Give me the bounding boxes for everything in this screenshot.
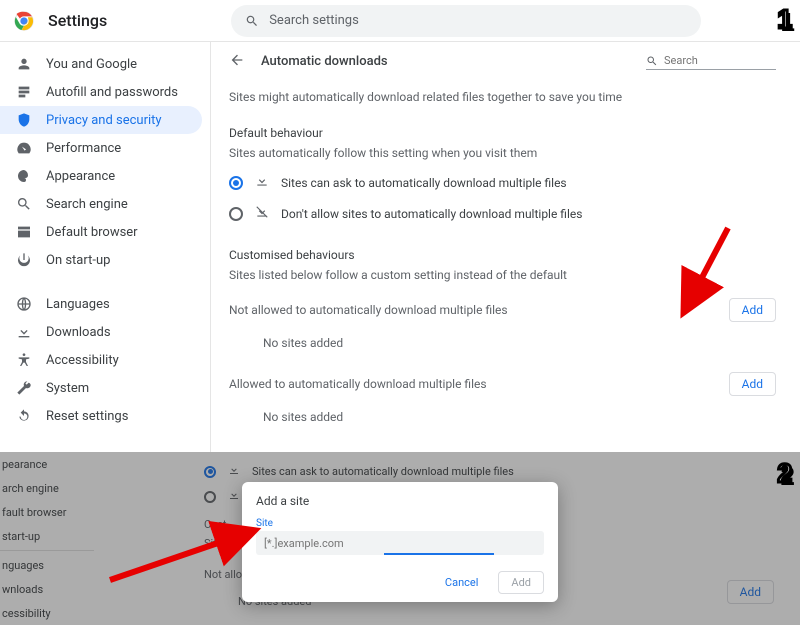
sidebar-item-label: Languages [46,297,110,312]
sidebar-item-label: Accessibility [46,353,119,368]
radio-unselected-icon [229,207,243,221]
dialog-add-button[interactable]: Add [498,571,544,594]
search-icon [245,14,259,28]
sidebar-item-label: You and Google [46,57,137,72]
download-icon [16,324,32,340]
no-sites-text: No sites added [263,410,776,424]
annotation-arrow-2 [100,520,270,594]
sidebar-item-privacy[interactable]: Privacy and security [0,106,202,134]
add-allowed-button[interactable]: Add [729,372,776,396]
step-badge-1: 1 [778,6,792,32]
sidebar-item-label: Appearance [46,169,115,184]
sidebar-item-label: Default browser [46,225,138,240]
sidebar-item-label: On start-up [46,253,110,268]
search-settings-input[interactable]: Search settings [231,5,701,37]
sidebar-item-label: Reset settings [46,409,128,424]
sidebar-item-label: Downloads [46,325,111,340]
sidebar-item-default-browser[interactable]: Default browser [0,218,202,246]
app-title: Settings [48,11,107,30]
power-icon [16,252,32,268]
download-icon [255,174,269,191]
no-sites-text: No sites added [263,336,776,350]
shield-icon [16,112,32,128]
accessibility-icon [16,352,32,368]
sidebar-item-you-and-google[interactable]: You and Google [0,50,202,78]
download-blocked-icon [255,205,269,222]
allowed-heading: Allowed to automatically download multip… [229,377,487,391]
sidebar-item-on-startup[interactable]: On start-up [0,246,202,274]
speedometer-icon [16,140,32,156]
page-title: Automatic downloads [261,54,481,69]
sidebar-item-label: Performance [46,141,121,156]
sidebar-item-label: Privacy and security [46,113,162,128]
intro-text: Sites might automatically download relat… [229,90,776,104]
step-badge-2: 2 [778,460,792,486]
sidebar-item-languages[interactable]: Languages [0,290,202,318]
palette-icon [16,168,32,184]
person-icon [16,56,32,72]
dialog-title: Add a site [256,494,544,508]
sidebar-item-autofill[interactable]: Autofill and passwords [0,78,202,106]
radio-label: Don't allow sites to automatically downl… [281,207,582,221]
sidebar-item-downloads[interactable]: Downloads [0,318,202,346]
radio-selected-icon [229,176,243,190]
dialog-cancel-button[interactable]: Cancel [433,571,490,594]
chrome-logo-icon [14,11,34,31]
sidebar-item-label: System [46,381,89,396]
default-behaviour-sub: Sites automatically follow this setting … [229,146,776,160]
globe-icon [16,296,32,312]
dialog-field-label: Site [256,518,544,529]
wrench-icon [16,380,32,396]
back-button[interactable] [229,52,247,70]
sidebar-item-label: Search engine [46,197,128,212]
radio-label: Sites can ask to automatically download … [281,176,567,190]
default-behaviour-heading: Default behaviour [229,126,776,140]
reset-icon [16,408,32,424]
annotation-arrow-1 [638,218,738,332]
sidebar-item-label: Autofill and passwords [46,85,178,100]
sidebar-item-appearance[interactable]: Appearance [0,162,202,190]
sidebar-item-performance[interactable]: Performance [0,134,202,162]
add-site-dialog: Add a site Site Cancel Add [242,482,558,602]
search-icon [646,55,658,67]
site-url-input[interactable] [264,537,536,550]
browser-icon [16,224,32,240]
settings-sidebar: You and Google Autofill and passwords Pr… [0,42,210,452]
search-placeholder: Search settings [269,13,359,28]
sidebar-item-reset[interactable]: Reset settings [0,402,202,430]
search-icon [16,196,32,212]
sidebar-item-accessibility[interactable]: Accessibility [0,346,202,374]
autofill-icon [16,84,32,100]
radio-allow-downloads[interactable]: Sites can ask to automatically download … [229,174,776,191]
not-allowed-heading: Not allowed to automatically download mu… [229,303,508,317]
page-search-input[interactable] [646,52,776,70]
sidebar-item-search-engine[interactable]: Search engine [0,190,202,218]
sidebar-item-system[interactable]: System [0,374,202,402]
